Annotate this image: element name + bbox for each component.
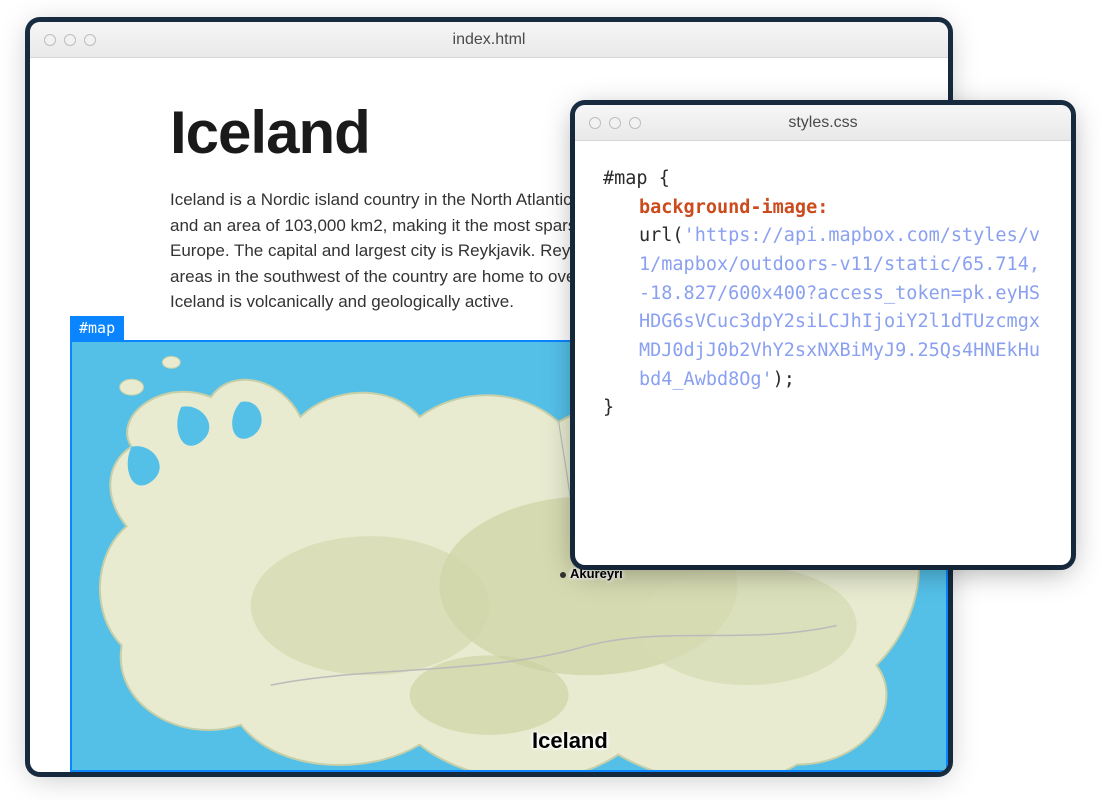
titlebar-index: index.html <box>30 22 948 58</box>
code-url-string: 'https://api.mapbox.com/styles/v1/mapbox… <box>639 225 1040 389</box>
traffic-lights <box>44 34 96 46</box>
code-url-open: url( <box>639 225 684 246</box>
titlebar-styles: styles.css <box>575 105 1071 141</box>
code-selector: #map { <box>603 168 670 189</box>
code-property: background-image: <box>603 194 1043 223</box>
map-selector-badge: #map <box>70 316 124 340</box>
window-title-styles: styles.css <box>575 114 1071 132</box>
traffic-lights-css <box>589 117 641 129</box>
maximize-icon[interactable] <box>84 34 96 46</box>
code-close-brace: } <box>603 397 614 418</box>
window-title-index: index.html <box>30 31 948 49</box>
close-icon[interactable] <box>589 117 601 129</box>
minimize-icon[interactable] <box>64 34 76 46</box>
editor-window-styles: styles.css #map { background-image: url(… <box>575 105 1071 565</box>
close-icon[interactable] <box>44 34 56 46</box>
maximize-icon[interactable] <box>629 117 641 129</box>
code-url-close: ); <box>773 369 795 390</box>
code-url-line: url('https://api.mapbox.com/styles/v1/ma… <box>603 222 1043 394</box>
map-label-city: Akureyri <box>560 566 623 581</box>
code-editor[interactable]: #map { background-image: url('https://ap… <box>575 141 1071 447</box>
map-label-country: Iceland <box>532 728 608 754</box>
minimize-icon[interactable] <box>609 117 621 129</box>
